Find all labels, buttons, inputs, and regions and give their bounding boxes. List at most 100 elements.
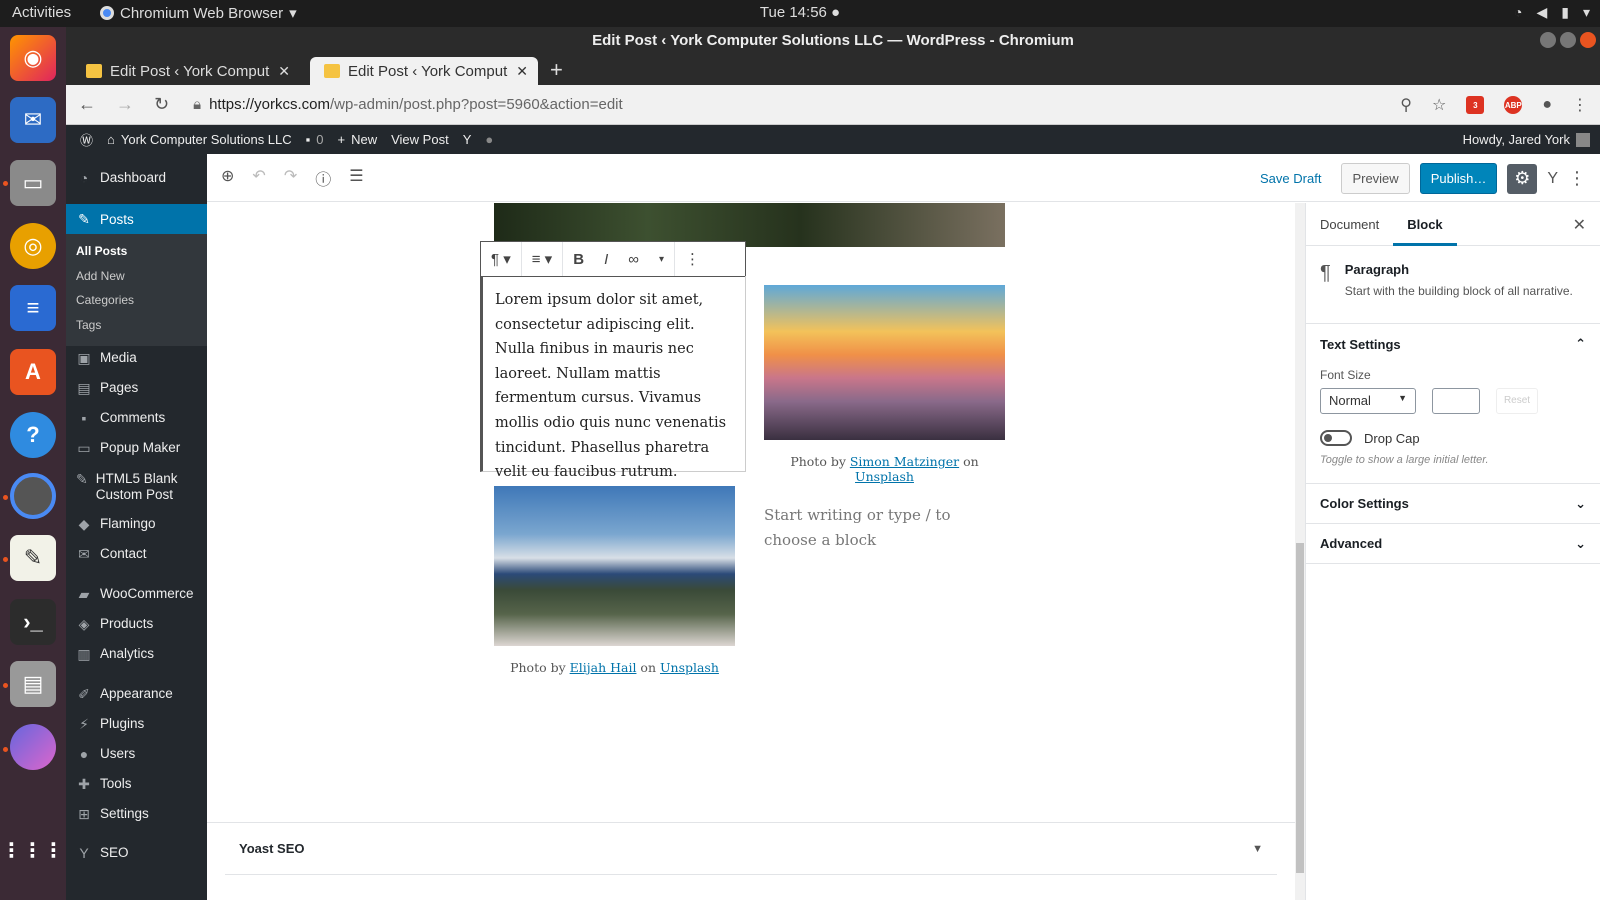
system-tray[interactable]: ◔ ◀ ▮ ▾ — [1514, 4, 1590, 21]
italic-icon[interactable]: I — [604, 251, 608, 268]
publish-button[interactable]: Publish… — [1419, 163, 1498, 194]
back-icon[interactable]: ← — [78, 94, 96, 115]
drop-cap-toggle[interactable] — [1320, 430, 1352, 446]
close-tab-icon[interactable]: ✕ — [516, 63, 528, 80]
align-icon[interactable]: ≡ ▾ — [532, 250, 552, 268]
preview-button[interactable]: Preview — [1341, 163, 1410, 194]
sidebar-item-dashboard[interactable]: ◔ Dashboard — [66, 170, 207, 186]
bookmark-star-icon[interactable]: ☆ — [1432, 95, 1446, 115]
thunderbird-icon[interactable]: ✉ — [10, 97, 56, 143]
maximize-icon[interactable] — [1560, 32, 1576, 48]
tab-document[interactable]: Document — [1306, 203, 1393, 246]
yoast-icon[interactable]: Y — [463, 132, 472, 147]
account-menu[interactable]: Howdy, Jared York — [1463, 132, 1590, 147]
comments-link[interactable]: ▪ 0 — [306, 132, 324, 147]
close-tab-icon[interactable]: ✕ — [278, 63, 290, 80]
activities-button[interactable]: Activities — [12, 4, 71, 21]
writer-icon[interactable]: ≡ — [10, 285, 56, 331]
sidebar-item-comments[interactable]: ▪ Comments — [66, 410, 207, 426]
software-icon[interactable]: A — [10, 349, 56, 395]
sidebar-item-analytics[interactable]: ▥ Analytics — [66, 646, 207, 663]
paragraph-block[interactable]: Lorem ipsum dolor sit amet, consectetur … — [480, 276, 746, 480]
sidebar-item-contact[interactable]: ✉ Contact — [66, 546, 207, 563]
scrollbar[interactable] — [1295, 203, 1305, 900]
image-caption[interactable]: Photo by Elijah Hail on Unsplash — [494, 660, 735, 675]
sidebar-item-appearance[interactable]: ✐ Appearance — [66, 686, 207, 703]
outline-icon[interactable]: ☰ — [349, 166, 363, 190]
info-icon[interactable]: ⓘ — [315, 166, 331, 190]
caption-author-link[interactable]: Simon Matzinger — [850, 454, 959, 469]
sidebar-item-products[interactable]: ◈ Products — [66, 616, 207, 633]
yoast-icon[interactable]: Y — [1547, 170, 1558, 188]
url-bar[interactable]: 🔒︎ https://yorkcs.com/wp-admin/post.php?… — [193, 96, 623, 113]
sidebar-item-media[interactable]: ▣ Media — [66, 350, 207, 367]
scrollbar-thumb[interactable] — [1296, 543, 1304, 873]
zoom-icon[interactable]: ⚲ — [1400, 95, 1412, 115]
color-app-icon[interactable] — [10, 724, 56, 770]
reload-icon[interactable]: ↻ — [154, 94, 169, 115]
text-editor-icon[interactable]: ✎ — [10, 535, 56, 581]
new-link[interactable]: + New — [338, 132, 378, 147]
sidebar-item-tools[interactable]: ✚ Tools — [66, 776, 207, 793]
caption-site-link[interactable]: Unsplash — [660, 660, 719, 675]
reset-button[interactable]: Reset — [1496, 388, 1538, 414]
tab-block[interactable]: Block — [1393, 203, 1457, 246]
submenu-categories[interactable]: Categories — [76, 293, 134, 307]
add-block-icon[interactable]: ⊕ — [221, 166, 234, 190]
sidebar-item-popup-maker[interactable]: ▭ Popup Maker — [66, 440, 207, 457]
submenu-all-posts[interactable]: All Posts — [76, 244, 127, 258]
submenu-add-new[interactable]: Add New — [76, 269, 125, 283]
extension-icon[interactable]: 3 — [1466, 96, 1485, 114]
sidebar-item-html5-blank[interactable]: ✎ HTML5 Blank Custom Post — [66, 471, 184, 503]
empty-block-placeholder[interactable]: Start writing or type / to choose a bloc… — [764, 503, 964, 553]
image-caption[interactable]: Photo by Simon Matzinger on Unsplash — [764, 454, 1005, 484]
tab-2[interactable]: Edit Post ‹ York Computer ✕ — [310, 57, 538, 85]
files-icon[interactable]: ▭ — [10, 160, 56, 206]
app-grid-icon[interactable]: ⋮⋮⋮ — [2, 827, 64, 873]
clock[interactable]: Tue 14:56 ● — [760, 4, 840, 21]
firefox-icon[interactable]: ◉ — [10, 35, 56, 81]
sidebar-item-settings[interactable]: ⊞ Settings — [66, 806, 207, 823]
image-block-flowers[interactable] — [494, 486, 735, 646]
sidebar-item-plugins[interactable]: ⚡︎ Plugins — [66, 716, 207, 733]
printer-icon[interactable]: ▤ — [10, 661, 56, 707]
yoast-seo-toggle[interactable]: Yoast SEO ▼ — [225, 823, 1277, 875]
advanced-toggle[interactable]: Advanced ⌄ — [1306, 524, 1600, 564]
close-icon[interactable]: ✕ — [1573, 215, 1586, 235]
tab-1[interactable]: Edit Post ‹ York Computer ✕ — [72, 57, 300, 85]
undo-icon[interactable]: ↶ — [252, 166, 265, 190]
caption-site-link[interactable]: Unsplash — [855, 469, 914, 484]
more-options-icon[interactable]: ⋮ — [1568, 168, 1586, 189]
wordpress-icon[interactable]: Ⓦ — [80, 130, 93, 149]
app-menu[interactable]: Chromium Web Browser ▾ — [100, 4, 297, 22]
chromium-dock-icon[interactable] — [10, 473, 56, 519]
site-link[interactable]: ⌂ York Computer Solutions LLC — [107, 132, 292, 147]
new-tab-icon[interactable]: + — [550, 57, 563, 83]
more-formats-icon[interactable]: ▾ — [659, 254, 664, 265]
close-window-icon[interactable] — [1580, 32, 1596, 48]
sidebar-item-users[interactable]: ● Users — [66, 746, 207, 762]
paragraph-icon[interactable]: ¶ ▾ — [491, 250, 511, 268]
menu-icon[interactable]: ⋮ — [1572, 95, 1588, 115]
color-settings-toggle[interactable]: Color Settings ⌄ — [1306, 484, 1600, 524]
settings-gear-icon[interactable]: ⚙ — [1507, 163, 1538, 194]
redo-icon[interactable]: ↷ — [284, 166, 297, 190]
save-draft-button[interactable]: Save Draft — [1250, 171, 1331, 186]
view-post-link[interactable]: View Post — [391, 132, 449, 147]
sidebar-item-posts[interactable]: ✎ Posts — [66, 204, 207, 234]
custom-font-size-input[interactable] — [1432, 388, 1480, 414]
bold-icon[interactable]: B — [573, 251, 584, 268]
font-size-select[interactable]: Normal ▼ — [1320, 388, 1416, 414]
image-block-sunset[interactable] — [764, 285, 1005, 440]
help-icon[interactable]: ? — [10, 412, 56, 458]
sidebar-item-seo[interactable]: Y SEO — [66, 845, 207, 861]
block-more-icon[interactable]: ⋮ — [685, 250, 700, 268]
sidebar-item-flamingo[interactable]: ◆ Flamingo — [66, 516, 207, 533]
sidebar-item-pages[interactable]: ▤ Pages — [66, 380, 207, 397]
rhythmbox-icon[interactable]: ◎ — [10, 223, 56, 269]
sidebar-item-woocommerce[interactable]: ▰ WooCommerce — [66, 586, 207, 603]
adblock-icon[interactable]: ABP — [1504, 96, 1523, 114]
link-icon[interactable]: ∞ — [628, 251, 639, 268]
caption-author-link[interactable]: Elijah Hail — [570, 660, 637, 675]
submenu-tags[interactable]: Tags — [76, 318, 101, 332]
